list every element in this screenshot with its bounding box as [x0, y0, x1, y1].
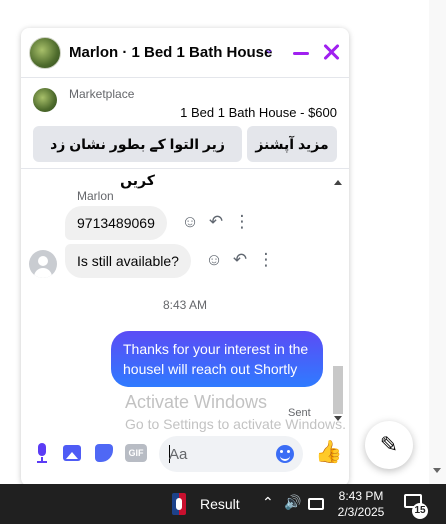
mark-pending-button[interactable]: زیر التوا کے بطور نشان زد کریں	[33, 126, 242, 188]
message-input[interactable]: Aa	[159, 436, 303, 472]
scroll-thumb[interactable]	[333, 366, 343, 414]
smiley-icon[interactable]: ☺	[201, 250, 227, 270]
mic-icon[interactable]	[31, 442, 53, 464]
minimize-icon[interactable]	[293, 52, 309, 55]
clock[interactable]: 8:43 PM 2/3/2025	[336, 488, 386, 520]
close-icon[interactable]	[321, 40, 341, 64]
more-icon[interactable]: ⋮	[253, 250, 279, 270]
marketplace-label: Marketplace	[69, 87, 135, 101]
more-options-button[interactable]: مزید آپشنز	[247, 126, 337, 162]
notification-badge: 15	[412, 503, 428, 519]
clock-date: 2/3/2025	[337, 505, 385, 519]
scroll-down-arrow[interactable]	[433, 468, 441, 473]
widget-result-label[interactable]: Result	[200, 496, 240, 512]
chevron-down-icon[interactable]: ⌄	[264, 42, 274, 56]
activate-windows-title: Activate Windows	[125, 392, 268, 412]
composer-bar: GIF Aa 👍	[21, 432, 349, 476]
avatar[interactable]	[29, 250, 57, 278]
incoming-message[interactable]: 9713489069	[65, 206, 167, 240]
more-icon[interactable]: ⋮	[229, 212, 255, 232]
scroll-up-arrow[interactable]	[334, 180, 342, 185]
message-input-placeholder: Aa	[169, 446, 188, 463]
message-actions: ☺ ↶ ⋮	[177, 212, 255, 232]
page-scrollbar[interactable]	[429, 0, 446, 484]
marketplace-panel: Marketplace 1 Bed 1 Bath House - $600 زی…	[21, 79, 349, 188]
photo-icon[interactable]	[61, 442, 83, 464]
sticker-icon[interactable]	[93, 442, 115, 464]
listing-avatar[interactable]	[29, 37, 61, 69]
speaker-icon[interactable]: 🔊	[284, 494, 301, 511]
activate-windows-subtitle: Go to Settings to activate Windows.	[125, 416, 346, 432]
like-icon[interactable]: 👍	[315, 440, 342, 464]
message-actions: ☺ ↶ ⋮	[201, 250, 279, 270]
nba-icon[interactable]	[172, 493, 186, 515]
sender-name: Marlon	[77, 189, 114, 203]
incoming-message[interactable]: Is still available?	[65, 244, 191, 278]
listing-thumbnail[interactable]	[33, 88, 57, 112]
outgoing-message[interactable]: Thanks for your interest in the housel w…	[111, 331, 323, 387]
chat-title[interactable]: Marlon · 1 Bed 1 Bath House	[69, 44, 272, 61]
smiley-icon[interactable]: ☺	[177, 212, 203, 232]
reply-icon[interactable]: ↶	[203, 212, 229, 232]
taskbar: Result ⌃ 🔊 8:43 PM 2/3/2025 15	[0, 484, 446, 524]
chat-header: Marlon · 1 Bed 1 Bath House ⌄	[21, 28, 349, 78]
message-timestamp: 8:43 AM	[162, 298, 208, 312]
network-icon[interactable]	[308, 498, 324, 510]
message-list: Marlon 9713489069 ☺ ↶ ⋮ Is still available…	[21, 170, 349, 422]
reply-icon[interactable]: ↶	[227, 250, 253, 270]
new-message-button[interactable]: ✎	[365, 421, 413, 469]
chevron-up-icon[interactable]: ⌃	[262, 494, 274, 511]
emoji-icon[interactable]	[276, 445, 294, 463]
clock-time: 8:43 PM	[338, 489, 384, 503]
listing-title[interactable]: 1 Bed 1 Bath House - $600	[180, 105, 337, 120]
gif-icon[interactable]: GIF	[125, 444, 147, 462]
